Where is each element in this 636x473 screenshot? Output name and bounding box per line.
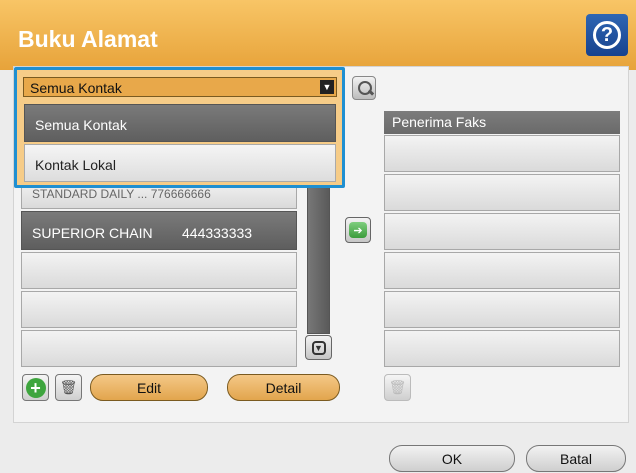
scroll-down-button[interactable]: ▼ — [305, 335, 332, 360]
filter-option-label: Semua Kontak — [35, 117, 127, 133]
plus-icon: + — [25, 377, 46, 398]
filter-selected-value: Semua Kontak — [30, 80, 122, 96]
contact-row-empty[interactable] — [21, 291, 297, 328]
trash-icon: 🗑 — [388, 379, 407, 395]
cancel-button[interactable]: Batal — [526, 445, 626, 472]
contact-text: STANDARD DAILY ... 776666666 — [32, 187, 211, 201]
contact-row-empty[interactable] — [21, 252, 297, 289]
filter-option-kontak-lokal[interactable]: Kontak Lokal — [24, 144, 336, 182]
search-icon-handle — [367, 89, 375, 96]
trash-icon: 🗑 — [59, 379, 78, 395]
filter-dropdown[interactable]: Semua Kontak ▼ Semua Kontak Kontak Lokal — [14, 67, 345, 188]
contact-name: SUPERIOR CHAIN — [32, 225, 153, 241]
edit-button[interactable]: Edit — [90, 374, 208, 401]
question-mark-icon: ? — [593, 21, 621, 49]
recipient-row[interactable] — [384, 330, 620, 367]
filter-select[interactable]: Semua Kontak ▼ — [23, 77, 337, 97]
recipients-header-label: Penerima Faks — [392, 114, 487, 130]
help-button[interactable]: ? — [586, 14, 628, 56]
contact-number: 444333333 — [182, 225, 253, 241]
recipients-header: Penerima Faks — [384, 111, 620, 134]
contact-row-selected[interactable]: SUPERIOR CHAIN 444333333 — [21, 211, 297, 250]
dropdown-arrow-icon[interactable]: ▼ — [320, 80, 334, 94]
recipient-row[interactable] — [384, 213, 620, 250]
search-button[interactable] — [352, 76, 376, 100]
add-contact-button[interactable]: + — [22, 374, 49, 401]
add-recipient-button[interactable]: ➔ — [345, 217, 371, 243]
recipient-row[interactable] — [384, 135, 620, 172]
page-title: Buku Alamat — [18, 26, 158, 52]
filter-option-semua-kontak[interactable]: Semua Kontak — [24, 104, 336, 142]
contact-scrollbar[interactable] — [307, 184, 330, 334]
arrow-right-icon: ➔ — [349, 222, 367, 238]
recipient-row[interactable] — [384, 252, 620, 289]
contact-row-empty[interactable] — [21, 330, 297, 367]
detail-button[interactable]: Detail — [227, 374, 340, 401]
ok-button[interactable]: OK — [389, 445, 515, 472]
delete-contact-button[interactable]: 🗑 — [55, 374, 82, 401]
filter-option-label: Kontak Lokal — [35, 157, 116, 173]
title-bar: Buku Alamat ? — [0, 0, 636, 70]
chevron-down-icon: ▼ — [311, 340, 326, 355]
delete-recipient-button[interactable]: 🗑 — [384, 374, 411, 401]
recipient-row[interactable] — [384, 291, 620, 328]
recipient-row[interactable] — [384, 174, 620, 211]
